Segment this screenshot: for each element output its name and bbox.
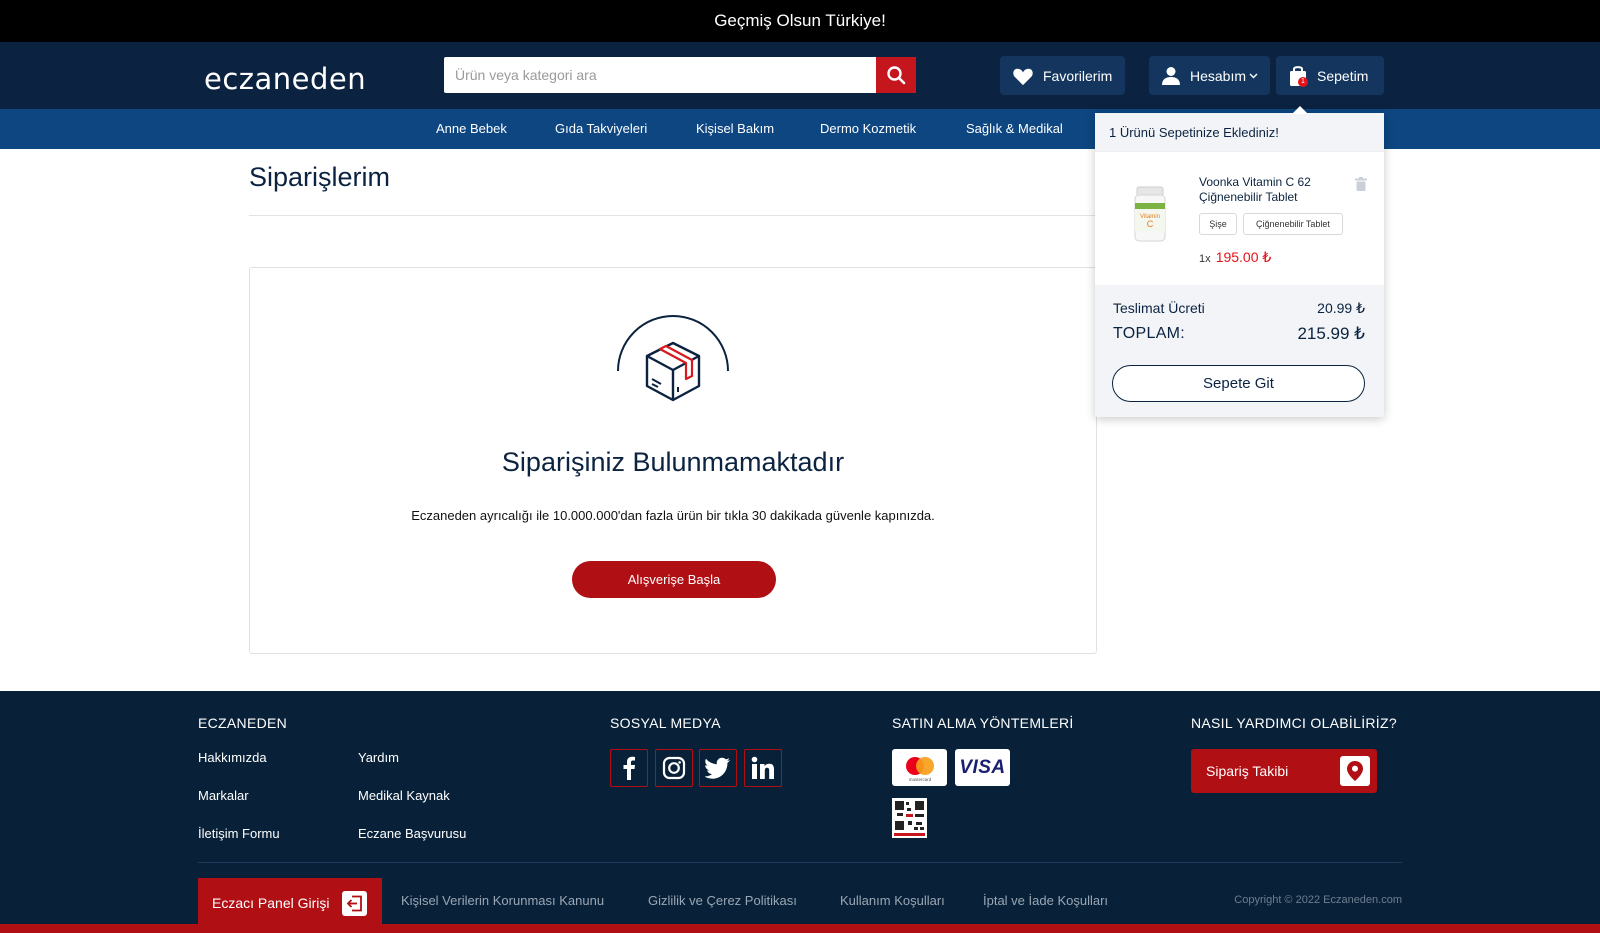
location-pin-icon [1347,761,1363,781]
legal-link-kvkk[interactable]: Kişisel Verilerin Korunması Kanunu [401,893,604,908]
footer-link-help[interactable]: Yardım [358,750,399,765]
footer-help-title: NASIL YARDIMCI OLABİLİRİZ? [1191,715,1397,731]
instagram-icon [662,756,686,780]
bottom-accent-bar [0,924,1600,933]
category-kisisel-bakim[interactable]: Kişisel Bakım [696,121,774,136]
announcement-text: Geçmiş Olsun Türkiye! [714,11,886,30]
linkedin-link[interactable] [744,749,782,787]
visa-logo: VISA [955,749,1010,786]
favorites-button[interactable]: Favorilerim [1000,56,1125,95]
footer-social-title: SOSYAL MEDYA [610,715,721,731]
chevron-down-icon [1249,73,1258,78]
search-bar [444,57,916,93]
mini-cart-summary: Teslimat Ücreti 20.99 ₺ TOPLAM: 215.99 ₺… [1095,285,1384,417]
shipping-label: Teslimat Ücreti [1113,300,1205,316]
favorites-label: Favorilerim [1043,67,1113,84]
footer-link-brands[interactable]: Markalar [198,788,249,803]
qr-code-icon [894,801,925,836]
footer-link-medical-source[interactable]: Medikal Kaynak [358,788,450,803]
twitter-icon [705,757,730,779]
empty-state-description: Eczaneden ayrıcalığı ile 10.000.000'dan … [411,508,935,523]
svg-text:C: C [1147,219,1154,229]
footer-payment-title: SATIN ALMA YÖNTEMLERİ [892,715,1074,731]
total-value: 215.99 ₺ [1297,324,1365,343]
visa-text: VISA [959,756,1006,778]
login-icon [346,895,362,912]
product-name[interactable]: Voonka Vitamin C 62 Çiğnenebilir Tablet [1199,175,1334,205]
cart-label: Sepetim [1317,67,1369,84]
legal-link-terms[interactable]: Kullanım Koşulları [840,893,945,908]
linkedin-icon [751,756,774,779]
footer-divider [198,862,1402,863]
go-to-cart-button[interactable]: Sepete Git [1112,365,1365,402]
user-icon [1161,66,1180,85]
legal-link-privacy[interactable]: Gizlilik ve Çerez Politikası [648,893,797,908]
item-quantity-price: 1x 195.00 ₺ [1199,249,1271,266]
variant-chip-bottle: Şişe [1199,213,1237,235]
copyright-text: Copyright © 2022 Eczaneden.com [1234,894,1402,906]
footer-link-about[interactable]: Hakkımızda [198,750,267,765]
category-saglik-medikal[interactable]: Sağlık & Medikal [966,121,1063,136]
page-title: Siparişlerim [249,162,391,192]
footer-link-contact-form[interactable]: İletişim Formu [198,826,280,841]
login-icon-wrap [342,891,367,916]
pharmacist-panel-login-button[interactable]: Eczacı Panel Girişi [198,878,382,928]
mini-cart-header: 1 Ürünü Sepetinize Eklediniz! [1095,113,1384,152]
trash-icon[interactable] [1355,177,1367,191]
heart-icon [1013,68,1033,85]
etbis-qr-code[interactable] [892,798,927,838]
announcement-bar: Geçmiş Olsun Türkiye! [0,0,1600,42]
cart-count-badge: 1 [1298,76,1308,87]
footer: ECZANEDEN Hakkımızda Yardım Markalar Med… [0,691,1600,933]
item-price: 195.00 ₺ [1215,249,1272,265]
footer-about-title: ECZANEDEN [198,715,288,731]
account-label: Hesabım [1189,67,1247,84]
variant-chip-form: Çiğnenebilir Tablet [1243,213,1343,235]
total-label: TOPLAM: [1113,325,1186,342]
mini-cart-item: Vitamin C Voonka Vitamin C 62 Çiğnenebil… [1095,152,1384,285]
legal-link-cancel-return[interactable]: İptal ve İade Koşulları [983,893,1108,908]
package-icon [617,315,729,402]
search-input[interactable] [444,57,876,93]
account-button[interactable]: Hesabım [1149,56,1270,95]
mini-cart-dropdown: 1 Ürünü Sepetinize Eklediniz! Vitamin C … [1095,106,1384,417]
cart-icon-wrap: 1 [1288,65,1308,87]
category-gida-takviyeleri[interactable]: Gıda Takviyeleri [555,121,647,136]
instagram-link[interactable] [655,749,693,787]
search-icon [887,66,906,85]
start-shopping-button[interactable]: Alışverişe Başla [572,561,776,598]
header: eczaneden Favorilerim Hesabım [0,42,1600,109]
cart-button[interactable]: 1 Sepetim [1276,56,1384,95]
order-tracking-label: Sipariş Takibi [1206,763,1289,779]
facebook-icon [623,756,635,780]
shipping-value: 20.99 ₺ [1317,300,1365,316]
pharmacist-panel-label: Eczacı Panel Girişi [212,895,330,911]
mastercard-logo: mastercard [892,749,947,786]
category-dermo-kozmetik[interactable]: Dermo Kozmetik [820,121,916,136]
order-tracking-button[interactable]: Sipariş Takibi [1191,749,1377,793]
title-divider [249,215,1097,216]
logo[interactable]: eczaneden [204,62,366,96]
mastercard-icon: mastercard [905,756,934,782]
empty-state-title: Siparişiniz Bulunmamaktadır [501,447,845,477]
category-anne-bebek[interactable]: Anne Bebek [436,121,507,136]
product-image[interactable]: Vitamin C [1133,185,1167,243]
facebook-link[interactable] [610,749,648,787]
twitter-link[interactable] [699,749,737,787]
svg-text:mastercard: mastercard [908,777,931,782]
empty-orders-card: Siparişiniz Bulunmamaktadır Eczaneden ay… [249,267,1097,654]
location-pin-wrap [1340,756,1370,786]
search-button[interactable] [876,57,916,93]
item-quantity: 1x [1199,253,1211,265]
footer-link-pharmacy-application[interactable]: Eczane Başvurusu [358,826,466,841]
dropdown-arrow [1292,106,1308,114]
